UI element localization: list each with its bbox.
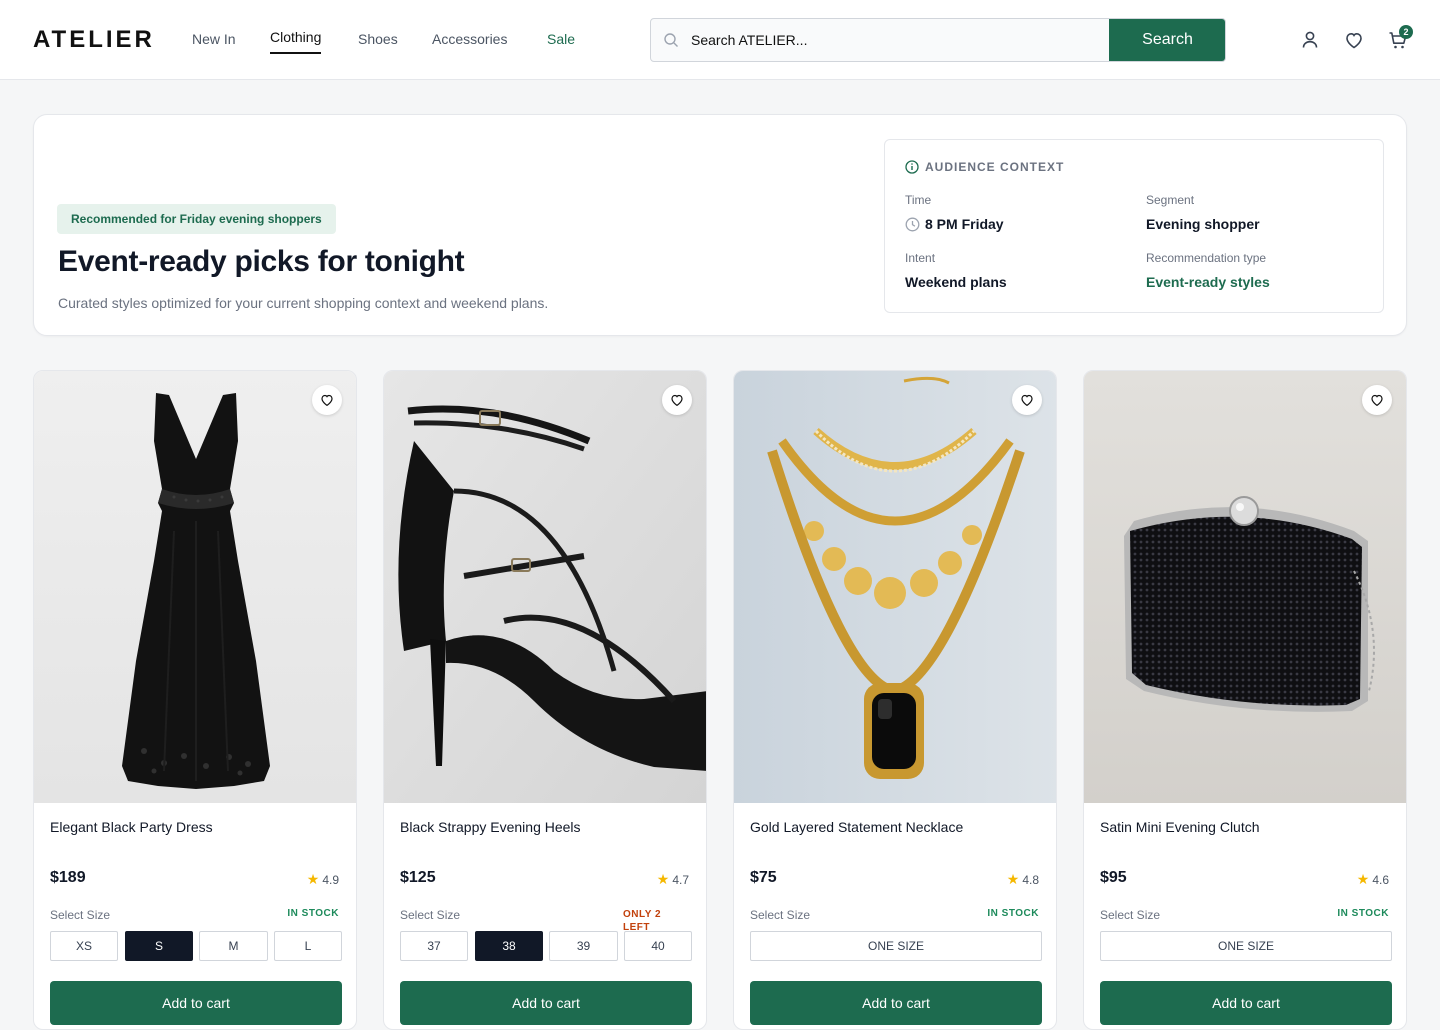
heart-icon: [1021, 394, 1033, 407]
audience-context-heading: AUDIENCE CONTEXT: [905, 160, 1064, 174]
product-name[interactable]: Elegant Black Party Dress: [50, 819, 213, 835]
time-value: 8 PM Friday: [905, 216, 1004, 232]
wishlist-button[interactable]: [1012, 385, 1042, 415]
star-icon: ★: [306, 871, 320, 887]
add-to-cart-button[interactable]: Add to cart: [400, 981, 692, 1025]
size-option[interactable]: L: [274, 931, 342, 961]
product-rating: ★ 4.9: [306, 871, 339, 887]
size-option[interactable]: ONE SIZE: [750, 931, 1042, 961]
product-image-clutch[interactable]: [1084, 371, 1406, 803]
clock-icon: [905, 217, 920, 232]
product-card[interactable]: Satin Mini Evening Clutch $95 ★ 4.6 Selec…: [1083, 370, 1407, 1030]
stock-status: IN STOCK: [287, 908, 339, 919]
product-rating: ★ 4.8: [1006, 871, 1039, 887]
product-card[interactable]: Gold Layered Statement Necklace $75 ★ 4.8…: [733, 370, 1057, 1030]
nav-clothing[interactable]: Clothing: [270, 29, 322, 54]
product-name[interactable]: Gold Layered Statement Necklace: [750, 819, 963, 835]
size-option[interactable]: ONE SIZE: [1100, 931, 1392, 961]
size-option[interactable]: 39: [549, 931, 618, 961]
heart-icon: [321, 394, 333, 407]
product-name[interactable]: Satin Mini Evening Clutch: [1100, 819, 1260, 835]
size-label: Select Size: [400, 908, 461, 922]
search-input[interactable]: [691, 19, 1109, 61]
product-price: $75: [750, 869, 777, 886]
segment-value: Evening shopper: [1146, 216, 1260, 232]
nav-shoes[interactable]: Shoes: [358, 31, 398, 47]
nav-sale[interactable]: Sale: [547, 31, 575, 47]
nav-accessories[interactable]: Accessories: [432, 31, 507, 47]
audience-context-panel: AUDIENCE CONTEXT Time 8 PM Friday Segmen…: [884, 139, 1384, 313]
size-option-selected[interactable]: S: [125, 931, 193, 961]
page-subtitle: Curated styles optimized for your curren…: [58, 295, 549, 311]
cart-count-badge: 2: [1399, 25, 1413, 39]
recommendation-type-label: Recommendation type: [1146, 251, 1267, 265]
product-price: $125: [400, 869, 436, 886]
intent-label: Intent: [905, 251, 936, 265]
size-option[interactable]: XS: [50, 931, 118, 961]
product-price: $95: [1100, 869, 1127, 886]
stock-status: IN STOCK: [1337, 908, 1389, 919]
recommendation-badge: Recommended for Friday evening shoppers: [57, 204, 336, 234]
product-image-necklace[interactable]: [734, 371, 1056, 803]
hero-banner: Recommended for Friday evening shoppers …: [33, 114, 1407, 336]
wishlist-button[interactable]: [1362, 385, 1392, 415]
size-option[interactable]: 37: [400, 931, 468, 961]
product-image-dress[interactable]: [34, 371, 356, 803]
stock-status: IN STOCK: [987, 908, 1039, 919]
size-label: Select Size: [1100, 908, 1161, 922]
size-option[interactable]: 40: [624, 931, 692, 961]
segment-label: Segment: [1146, 193, 1195, 207]
search-icon: [664, 33, 678, 47]
wishlist-button[interactable]: [662, 385, 692, 415]
nav-new-in[interactable]: New In: [192, 31, 236, 47]
size-label: Select Size: [50, 908, 111, 922]
size-label: Select Size: [750, 908, 811, 922]
site-header: ATELIER New In Clothing Shoes Accessorie…: [0, 0, 1440, 80]
time-label: Time: [905, 193, 932, 207]
size-option[interactable]: M: [199, 931, 268, 961]
product-card[interactable]: Elegant Black Party Dress $189 ★ 4.9 Sele…: [33, 370, 357, 1030]
account-icon[interactable]: [1298, 28, 1322, 52]
intent-value: Weekend plans: [905, 274, 1007, 290]
wishlist-button[interactable]: [312, 385, 342, 415]
heart-icon: [671, 394, 683, 407]
page-title: Event-ready picks for tonight: [58, 245, 465, 278]
product-card[interactable]: Black Strappy Evening Heels $125 ★ 4.7 Se…: [383, 370, 707, 1030]
product-rating: ★ 4.7: [656, 871, 689, 887]
product-image-heels[interactable]: [384, 371, 706, 803]
add-to-cart-button[interactable]: Add to cart: [750, 981, 1042, 1025]
heart-icon: [1371, 394, 1383, 407]
product-price: $189: [50, 869, 86, 886]
add-to-cart-button[interactable]: Add to cart: [1100, 981, 1392, 1025]
search-button[interactable]: Search: [1109, 19, 1225, 61]
product-rating: ★ 4.6: [1356, 871, 1389, 887]
heart-icon[interactable]: [1342, 28, 1366, 52]
star-icon: ★: [1356, 871, 1370, 887]
star-icon: ★: [656, 871, 670, 887]
info-icon: [905, 160, 919, 174]
recommendation-type-value: Event-ready styles: [1146, 274, 1270, 290]
star-icon: ★: [1006, 871, 1020, 887]
product-name[interactable]: Black Strappy Evening Heels: [400, 819, 581, 835]
logo[interactable]: ATELIER: [33, 26, 155, 54]
size-option-selected[interactable]: 38: [475, 931, 543, 961]
add-to-cart-button[interactable]: Add to cart: [50, 981, 342, 1025]
search-bar: Search: [650, 18, 1226, 62]
